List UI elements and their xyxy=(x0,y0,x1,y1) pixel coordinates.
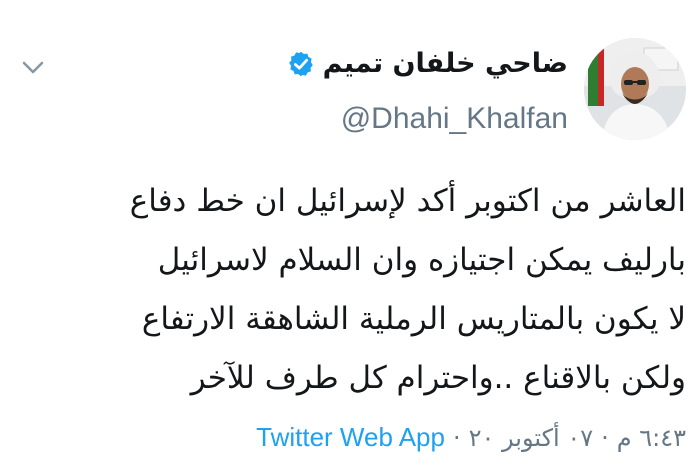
tweet-text-line: لا يكون بالمتاريس الرملية الشاهقة الارتف… xyxy=(141,301,686,337)
meta-separator: · xyxy=(601,423,609,452)
author-handle[interactable]: @Dhahi_Khalfan xyxy=(341,102,568,136)
tweet-text: العاشر من اكتوبر أكد لإسرائيل ان خط دفاع… xyxy=(26,172,686,408)
verified-badge-icon xyxy=(288,51,313,76)
tweet-card: ضاحي خلفان تميم @Dhahi_Khalfan العاشر من… xyxy=(0,0,700,476)
display-name[interactable]: ضاحي خلفان تميم xyxy=(323,48,568,79)
tweet-date[interactable]: ٠٧ أكتوبر ٢٠ xyxy=(469,424,593,452)
tweet-text-line: العاشر من اكتوبر أكد لإسرائيل ان خط دفاع xyxy=(129,183,686,219)
meta-separator: · xyxy=(452,423,461,452)
tweet-text-line: بارليف يمكن اجتيازه وان السلام لاسرائيل xyxy=(157,242,686,278)
chevron-down-icon[interactable] xyxy=(22,60,44,76)
tweet-source-link[interactable]: Twitter Web App xyxy=(256,422,445,453)
tweet-meta: ٦:٤٣ م · ٠٧ أكتوبر ٢٠ · Twitter Web App xyxy=(256,422,686,453)
avatar[interactable] xyxy=(584,38,686,140)
tweet-header: ضاحي خلفان تميم @Dhahi_Khalfan xyxy=(166,38,686,148)
tweet-time[interactable]: ٦:٤٣ م xyxy=(617,424,686,452)
author-name-row[interactable]: ضاحي خلفان تميم xyxy=(287,48,568,79)
tweet-text-line: ولكن بالاقناع ..واحترام كل طرف للآخر xyxy=(190,360,686,396)
